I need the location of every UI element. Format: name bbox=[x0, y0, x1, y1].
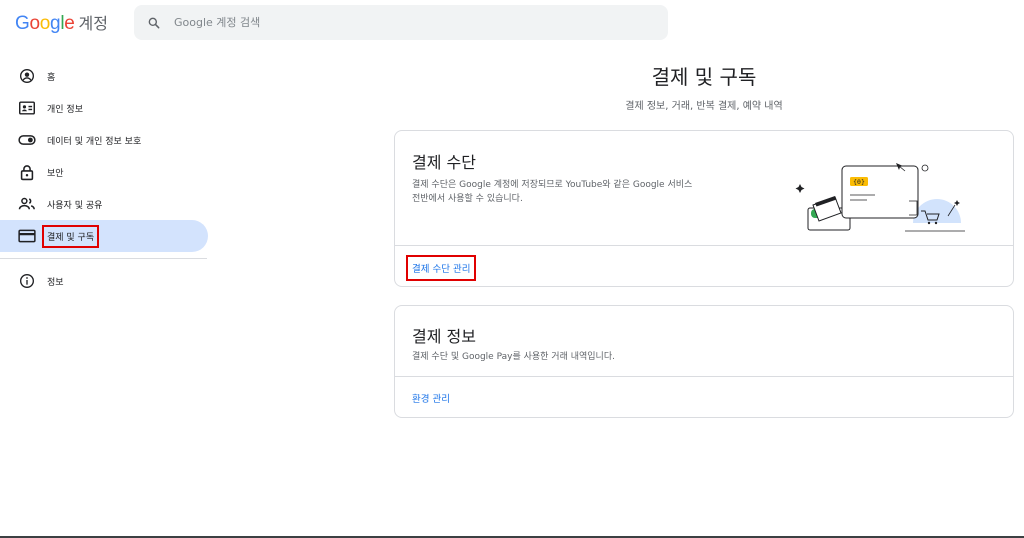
card-description-line1: 결제 수단은 Google 계정에 저장되므로 YouTube와 같은 Goog… bbox=[412, 180, 693, 190]
sidebar-item-label: 사용자 및 공유 bbox=[47, 200, 103, 211]
google-account-page: Google 계정 홈 개인 정보 데이터 및 개인 bbox=[0, 0, 1024, 538]
payment-illustration: {0} bbox=[795, 163, 965, 232]
sidebar-item-label: 결제 및 구독 bbox=[41, 224, 100, 248]
illustration-code: {0} bbox=[853, 178, 865, 186]
sidebar-item-personal-info[interactable]: 개인 정보 bbox=[0, 92, 208, 124]
sidebar-item-payments-subscriptions[interactable]: 결제 및 구독 bbox=[0, 220, 208, 252]
info-icon bbox=[18, 272, 36, 290]
manage-payment-methods-link[interactable]: 결제 수단 관리 bbox=[405, 255, 477, 281]
sidebar-item-home[interactable]: 홈 bbox=[0, 60, 208, 92]
card-divider bbox=[395, 376, 1013, 377]
card-divider bbox=[395, 245, 1013, 246]
page-subtitle: 결제 정보, 거래, 반복 결제, 예약 내역 bbox=[625, 101, 783, 112]
top-bar: Google 계정 bbox=[0, 0, 1024, 44]
id-card-icon bbox=[18, 99, 36, 117]
logo-product-name: 계정 bbox=[78, 14, 108, 33]
sidebar-item-label: 데이터 및 개인 정보 보호 bbox=[47, 136, 142, 147]
sidebar-item-security[interactable]: 보안 bbox=[0, 156, 208, 188]
google-logo: Google bbox=[15, 13, 75, 34]
sidebar-nav: 홈 개인 정보 데이터 및 개인 정보 보호 보안 사용자 및 공유 결제 및 … bbox=[0, 60, 208, 297]
page-title: 결제 및 구독 bbox=[651, 65, 757, 89]
manage-settings-link[interactable]: 환경 관리 bbox=[412, 391, 450, 405]
sidebar-item-label: 정보 bbox=[47, 277, 64, 288]
payment-methods-card: 결제 수단 결제 수단은 Google 계정에 저장되므로 YouTube와 같… bbox=[394, 130, 1014, 287]
card-title: 결제 수단 bbox=[412, 153, 476, 172]
card-title: 결제 정보 bbox=[412, 327, 476, 346]
sidebar-item-about[interactable]: 정보 bbox=[0, 265, 208, 297]
google-account-logo[interactable]: Google 계정 bbox=[15, 10, 108, 34]
sidebar-divider bbox=[0, 258, 207, 259]
lock-icon bbox=[18, 163, 36, 181]
toggle-icon bbox=[18, 131, 36, 149]
sidebar-item-people-sharing[interactable]: 사용자 및 공유 bbox=[0, 188, 208, 220]
sidebar-item-label: 개인 정보 bbox=[47, 104, 83, 115]
search-bar[interactable] bbox=[134, 5, 668, 40]
card-description: 결제 수단 및 Google Pay를 사용한 거래 내역입니다. bbox=[412, 352, 615, 362]
sidebar-item-label: 보안 bbox=[47, 168, 64, 179]
sidebar-item-label: 홈 bbox=[47, 72, 56, 83]
search-input[interactable] bbox=[174, 16, 474, 29]
credit-card-icon bbox=[18, 227, 36, 245]
search-icon[interactable] bbox=[134, 16, 174, 30]
people-icon bbox=[18, 195, 36, 213]
card-description-line2: 전반에서 사용할 수 있습니다. bbox=[412, 194, 523, 204]
account-circle-icon bbox=[18, 67, 36, 85]
sidebar-item-data-privacy[interactable]: 데이터 및 개인 정보 보호 bbox=[0, 124, 208, 156]
payment-info-card: 결제 정보 결제 수단 및 Google Pay를 사용한 거래 내역입니다. … bbox=[394, 305, 1014, 418]
